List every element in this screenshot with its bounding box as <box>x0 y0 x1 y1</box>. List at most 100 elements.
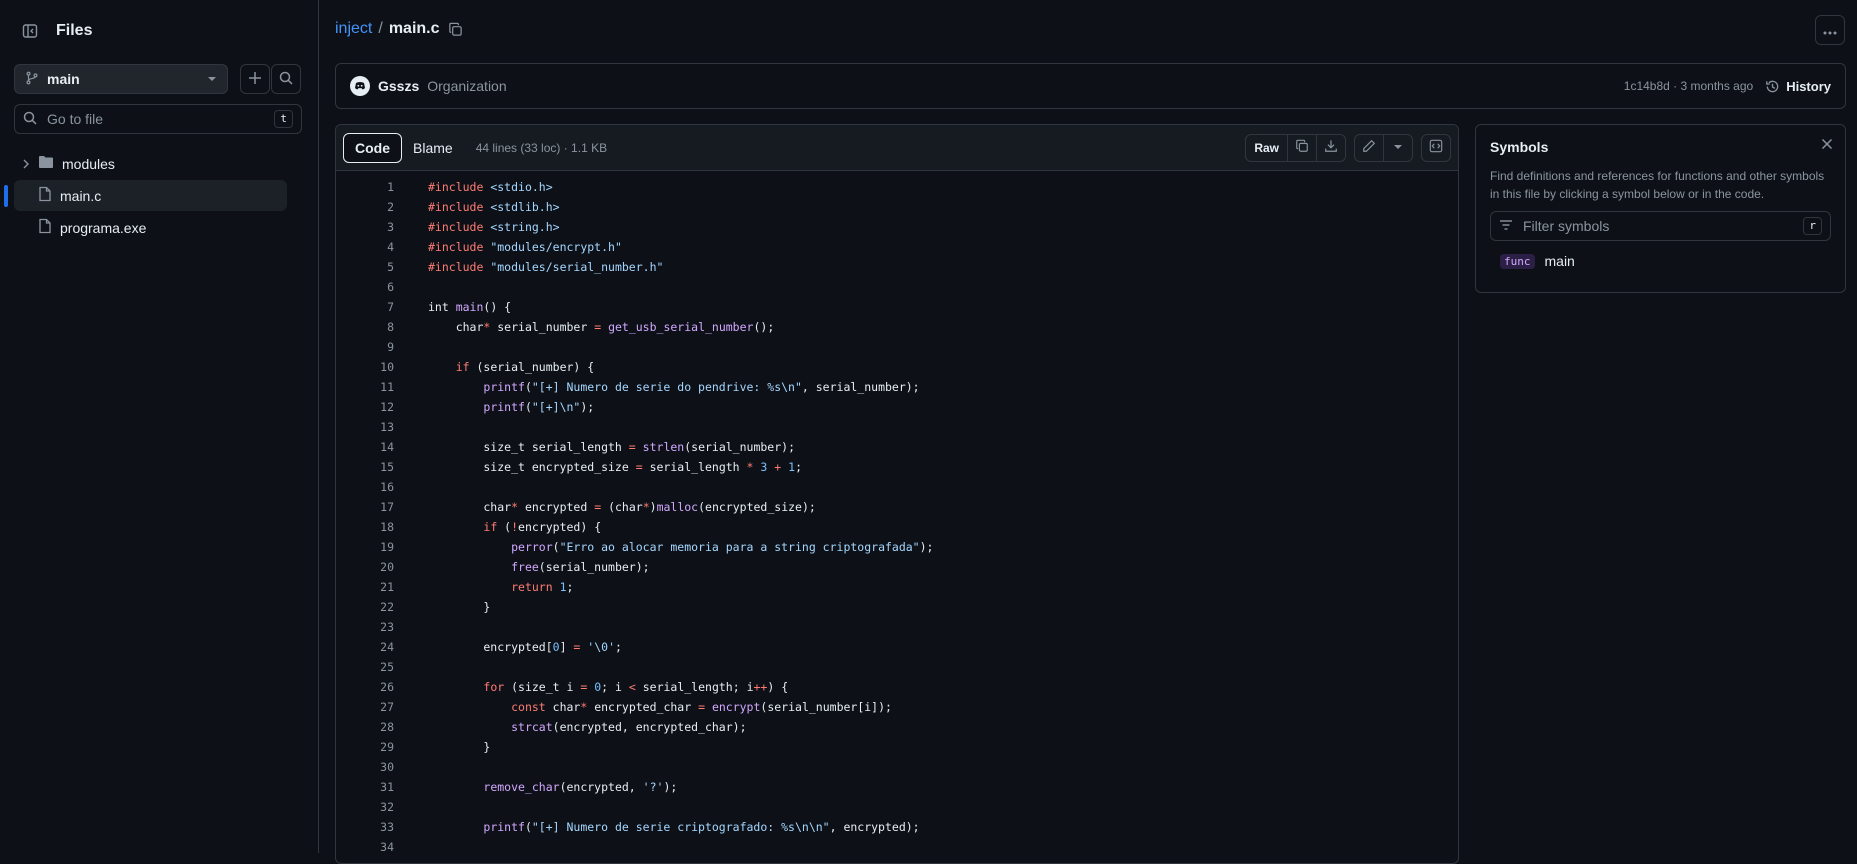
more-options-button[interactable] <box>1815 15 1845 45</box>
line-number[interactable]: 8 <box>336 320 394 334</box>
code-line[interactable]: 30 <box>336 757 1458 777</box>
line-code: #include "modules/serial_number.h" <box>428 260 664 274</box>
line-number[interactable]: 15 <box>336 460 394 474</box>
code-line[interactable]: 6 <box>336 277 1458 297</box>
code-line[interactable]: 11 printf("[+] Numero de serie do pendri… <box>336 377 1458 397</box>
line-number[interactable]: 2 <box>336 200 394 214</box>
copy-raw-button[interactable] <box>1288 134 1317 161</box>
raw-button[interactable]: Raw <box>1246 134 1288 161</box>
code-line[interactable]: 1 #include <stdio.h> <box>336 177 1458 197</box>
line-number[interactable]: 33 <box>336 820 394 834</box>
line-number[interactable]: 6 <box>336 280 394 294</box>
code-line[interactable]: 16 <box>336 477 1458 497</box>
tree-item-modules[interactable]: modules <box>14 148 287 179</box>
branch-selector[interactable]: main <box>14 64 228 94</box>
filter-symbols-input[interactable]: Filter symbols r <box>1490 211 1831 241</box>
symbol-item-main[interactable]: func main <box>1490 247 1831 275</box>
chevron-right-icon[interactable] <box>14 159 38 169</box>
code-line[interactable]: 15 size_t encrypted_size = serial_length… <box>336 457 1458 477</box>
code-line[interactable]: 21 return 1; <box>336 577 1458 597</box>
line-number[interactable]: 19 <box>336 540 394 554</box>
code-line[interactable]: 14 size_t serial_length = strlen(serial_… <box>336 437 1458 457</box>
add-file-button[interactable] <box>240 64 270 94</box>
line-number[interactable]: 11 <box>336 380 394 394</box>
code-line[interactable]: 25 <box>336 657 1458 677</box>
avatar[interactable] <box>350 76 370 96</box>
line-number[interactable]: 22 <box>336 600 394 614</box>
copy-path-icon[interactable] <box>448 22 463 37</box>
line-number[interactable]: 9 <box>336 340 394 354</box>
code-line[interactable]: 17 char* encrypted = (char*)malloc(encry… <box>336 497 1458 517</box>
code-line[interactable]: 24 encrypted[0] = '\0'; <box>336 637 1458 657</box>
line-number[interactable]: 20 <box>336 560 394 574</box>
code-line[interactable]: 8 char* serial_number = get_usb_serial_n… <box>336 317 1458 337</box>
code-line[interactable]: 4 #include "modules/encrypt.h" <box>336 237 1458 257</box>
code-line[interactable]: 2 #include <stdlib.h> <box>336 197 1458 217</box>
line-number[interactable]: 31 <box>336 780 394 794</box>
line-number[interactable]: 26 <box>336 680 394 694</box>
code-line[interactable]: 9 <box>336 337 1458 357</box>
line-number[interactable]: 23 <box>336 620 394 634</box>
go-to-file-input[interactable]: Go to file t <box>14 104 302 134</box>
code-line[interactable]: 32 <box>336 797 1458 817</box>
line-number[interactable]: 34 <box>336 840 394 854</box>
tab-blame[interactable]: Blame <box>402 133 464 163</box>
history-button[interactable]: History <box>1765 79 1831 94</box>
line-number[interactable]: 21 <box>336 580 394 594</box>
code-line[interactable]: 31 remove_char(encrypted, '?'); <box>336 777 1458 797</box>
line-number[interactable]: 28 <box>336 720 394 734</box>
search-files-button[interactable] <box>271 64 301 94</box>
sidebar-title: Files <box>56 22 93 39</box>
line-number[interactable]: 14 <box>336 440 394 454</box>
breadcrumb-repo-link[interactable]: inject <box>335 20 372 38</box>
line-number[interactable]: 12 <box>336 400 394 414</box>
line-number[interactable]: 24 <box>336 640 394 654</box>
code-line[interactable]: 13 <box>336 417 1458 437</box>
code-line[interactable]: 18 if (!encrypted) { <box>336 517 1458 537</box>
line-code: encrypted[0] = '\0'; <box>428 640 622 654</box>
tab-code[interactable]: Code <box>343 132 402 163</box>
edit-button[interactable] <box>1355 134 1384 161</box>
chevron-down-icon <box>207 71 217 87</box>
line-number[interactable]: 29 <box>336 740 394 754</box>
line-number[interactable]: 27 <box>336 700 394 714</box>
code-line[interactable]: 27 const char* encrypted_char = encrypt(… <box>336 697 1458 717</box>
line-number[interactable]: 32 <box>336 800 394 814</box>
tree-item-programa-exe[interactable]: programa.exe <box>14 212 287 243</box>
code-line[interactable]: 3 #include <string.h> <box>336 217 1458 237</box>
line-number[interactable]: 1 <box>336 180 394 194</box>
line-number[interactable]: 3 <box>336 220 394 234</box>
collapse-sidebar-icon[interactable] <box>14 15 46 47</box>
code-line[interactable]: 33 printf("[+] Numero de serie criptogra… <box>336 817 1458 837</box>
line-number[interactable]: 17 <box>336 500 394 514</box>
edit-dropdown-button[interactable] <box>1384 135 1412 161</box>
code-line[interactable]: 26 for (size_t i = 0; i < serial_length;… <box>336 677 1458 697</box>
line-number[interactable]: 5 <box>336 260 394 274</box>
line-number[interactable]: 4 <box>336 240 394 254</box>
code-line[interactable]: 19 perror("Erro ao alocar memoria para a… <box>336 537 1458 557</box>
line-number[interactable]: 10 <box>336 360 394 374</box>
line-number[interactable]: 16 <box>336 480 394 494</box>
tree-item-main-c[interactable]: main.c <box>4 180 287 211</box>
code-line[interactable]: 34 <box>336 837 1458 857</box>
line-number[interactable]: 18 <box>336 520 394 534</box>
line-number[interactable]: 30 <box>336 760 394 774</box>
code-line[interactable]: 23 <box>336 617 1458 637</box>
code-line[interactable]: 10 if (serial_number) { <box>336 357 1458 377</box>
download-button[interactable] <box>1317 135 1345 161</box>
code-line[interactable]: 12 printf("[+]\n"); <box>336 397 1458 417</box>
line-number[interactable]: 13 <box>336 420 394 434</box>
line-number[interactable]: 25 <box>336 660 394 674</box>
code-line[interactable]: 7 int main() { <box>336 297 1458 317</box>
commit-author[interactable]: Gsszs <box>378 78 419 94</box>
symbols-panel-button[interactable] <box>1422 135 1450 161</box>
code-line[interactable]: 22 } <box>336 597 1458 617</box>
code-line[interactable]: 28 strcat(encrypted, encrypted_char); <box>336 717 1458 737</box>
go-to-file-placeholder: Go to file <box>47 111 104 127</box>
line-number[interactable]: 7 <box>336 300 394 314</box>
code-line[interactable]: 20 free(serial_number); <box>336 557 1458 577</box>
commit-sha-time[interactable]: 1c14b8d · 3 months ago <box>1624 79 1753 93</box>
code-line[interactable]: 5 #include "modules/serial_number.h" <box>336 257 1458 277</box>
code-line[interactable]: 29 } <box>336 737 1458 757</box>
close-icon[interactable] <box>1821 137 1833 153</box>
